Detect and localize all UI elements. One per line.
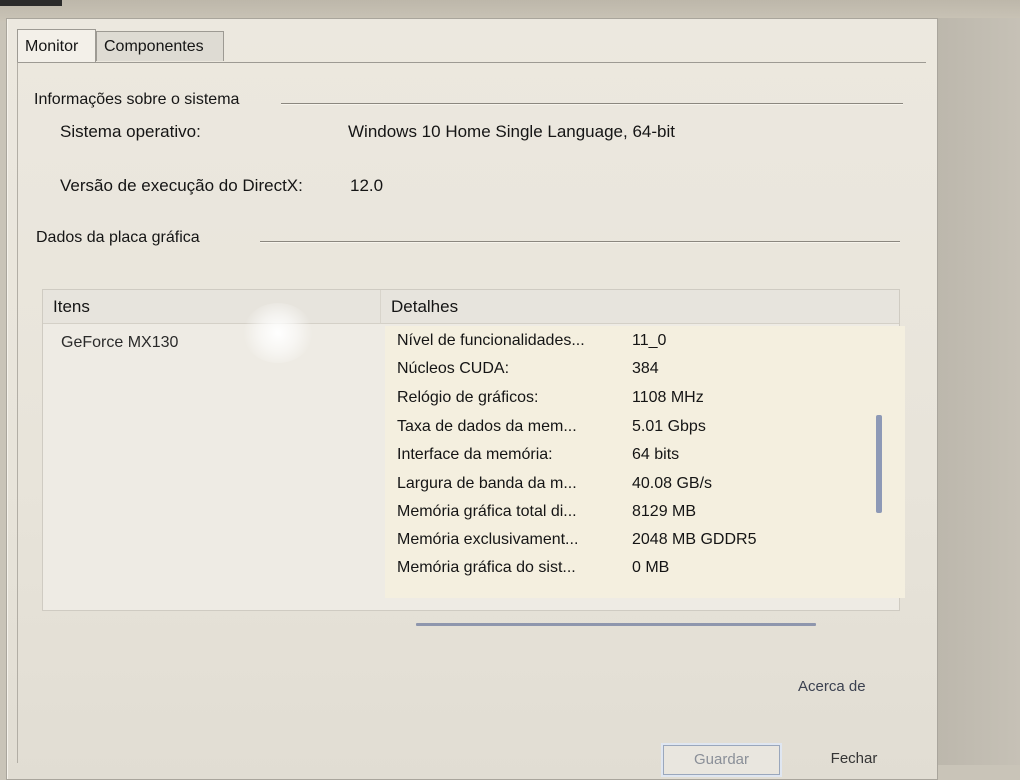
tab-monitor[interactable]: Monitor — [17, 29, 96, 62]
detail-key: Largura de banda da m... — [397, 475, 577, 492]
group-separator — [260, 241, 900, 243]
detail-key: Memória gráfica total di... — [397, 503, 577, 520]
directx-label: Versão de execução do DirectX: — [60, 176, 303, 195]
group-separator — [281, 103, 903, 105]
directx-value: 12.0 — [350, 176, 384, 195]
detail-value: 40.08 GB/s — [632, 475, 713, 492]
gpu-item-geforce-mx130[interactable]: GeForce MX130 — [61, 334, 178, 352]
nvidia-system-info-dialog: Monitor Componentes Informações sobre o … — [6, 18, 938, 780]
system-info-group-title: Informações sobre o sistema — [34, 91, 240, 108]
os-value: Windows 10 Home Single Language, 64-bit — [348, 122, 675, 141]
detail-key: Núcleos CUDA: — [397, 360, 510, 377]
details-vertical-scrollbar[interactable] — [876, 415, 882, 513]
detail-value: 384 — [632, 360, 659, 377]
details-table: Nível de funcionalidades... 11_0 Núcleos… — [385, 326, 905, 598]
detail-value: 2048 MB GDDR5 — [632, 531, 757, 548]
details-horizontal-scrollbar[interactable] — [416, 623, 816, 626]
detail-key: Relógio de gráficos: — [397, 389, 539, 406]
detail-value: 1108 MHz — [632, 389, 704, 406]
about-link[interactable]: Acerca de — [798, 678, 866, 695]
gpu-group-title: Dados da placa gráfica — [36, 229, 200, 246]
column-header-itens[interactable]: Itens — [43, 290, 381, 324]
detail-key: Taxa de dados da mem... — [397, 418, 577, 435]
detail-value: 11_0 — [632, 332, 667, 349]
detail-value: 64 bits — [632, 446, 680, 463]
detail-value: 5.01 Gbps — [632, 418, 706, 435]
gpu-details-list: Itens Detalhes GeForce MX130 Nível de fu… — [42, 289, 905, 611]
detail-key: Nível de funcionalidades... — [397, 332, 585, 349]
detail-value: 0 MB — [632, 559, 670, 576]
close-button[interactable]: Fechar — [814, 745, 894, 775]
detail-value: 8129 MB — [632, 503, 697, 520]
title-bar-fragment — [0, 0, 62, 6]
detail-key: Memória gráfica do sist... — [397, 559, 576, 576]
detail-key: Memória exclusivament... — [397, 531, 579, 548]
detail-key: Interface da memória: — [397, 446, 553, 463]
tab-panel: Informações sobre o sistema Sistema oper… — [17, 62, 926, 775]
save-button[interactable]: Guardar — [663, 745, 780, 775]
desktop-background — [936, 18, 1020, 765]
tab-componentes[interactable]: Componentes — [96, 31, 224, 61]
os-label: Sistema operativo: — [60, 122, 201, 141]
column-header-detalhes[interactable]: Detalhes — [381, 290, 899, 324]
